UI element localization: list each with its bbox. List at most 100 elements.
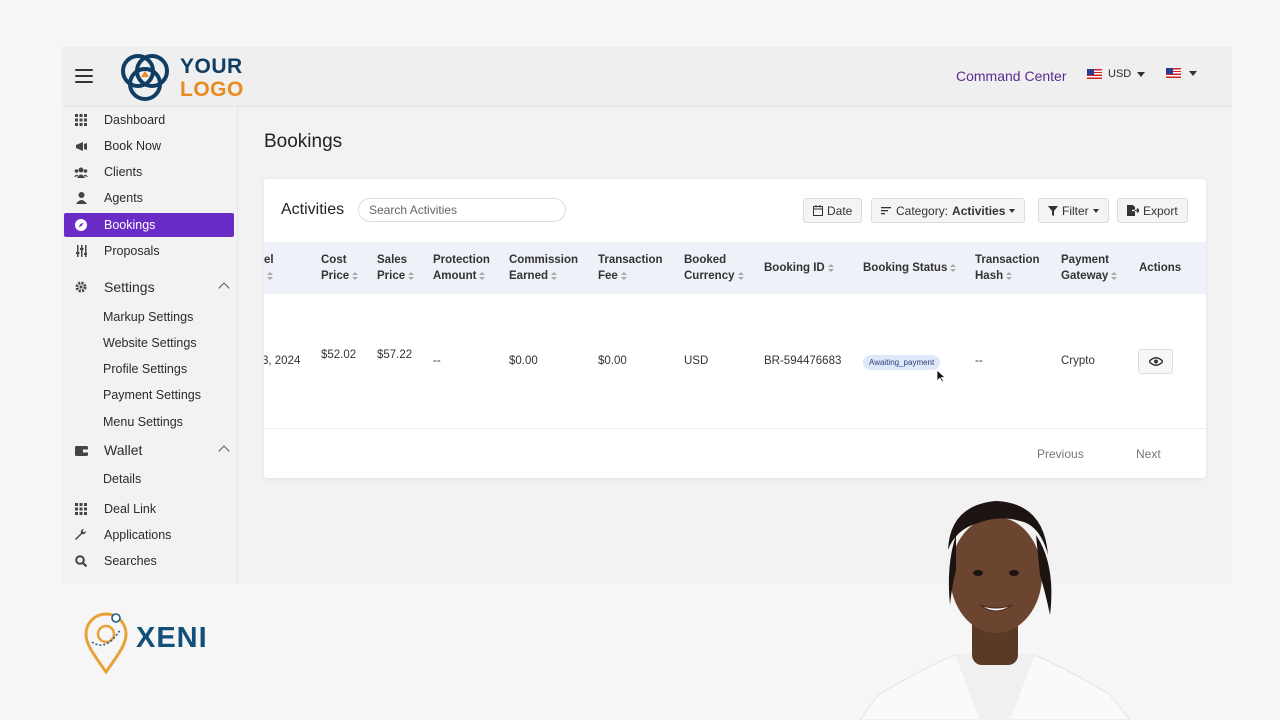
- sidebar-item-label: Clients: [104, 165, 143, 179]
- sidebar-subitem-details[interactable]: Details: [103, 472, 141, 486]
- logo-text-line2: LOGO: [180, 78, 244, 101]
- sidebar-item-label: Proposals: [104, 244, 160, 258]
- sidebar-item-proposals[interactable]: Proposals: [64, 239, 234, 263]
- export-icon: [1127, 205, 1139, 216]
- megaphone-icon: [74, 139, 88, 153]
- brand-logo[interactable]: YOUR LOGO: [118, 51, 248, 105]
- sort-icon: [408, 272, 415, 280]
- us-flag-icon: [1087, 69, 1102, 79]
- sidebar-item-deal-link[interactable]: Deal Link: [64, 497, 234, 521]
- table-header: el Cost Price Sales Price Protection Amount…: [264, 242, 1206, 294]
- top-bar: YOUR LOGO Command Center USD: [62, 47, 1232, 107]
- category-value: Activities: [952, 203, 1006, 218]
- eye-icon: [1148, 357, 1163, 366]
- sidebar-subitem-markup-settings[interactable]: Markup Settings: [103, 310, 193, 324]
- date-button-label: Date: [827, 203, 853, 218]
- us-flag-icon: [1166, 68, 1181, 78]
- currency-label: USD: [1108, 68, 1132, 80]
- cell-commission-earned: $0.00: [509, 355, 538, 367]
- chevron-up-icon[interactable]: [218, 445, 230, 457]
- cell-cost-price: $52.02: [321, 349, 357, 361]
- sliders-icon: [74, 244, 88, 258]
- column-header-payment-gateway[interactable]: Payment Gateway: [1061, 252, 1118, 284]
- sidebar-group-settings[interactable]: Settings: [64, 275, 234, 299]
- column-header-cost-price[interactable]: Cost Price: [321, 252, 359, 284]
- column-header-protection-amount[interactable]: Protection Amount: [433, 252, 490, 284]
- sort-icon: [352, 272, 359, 280]
- column-header-travel-date[interactable]: el: [264, 252, 274, 284]
- caret-down-icon: [1137, 71, 1146, 77]
- view-booking-button[interactable]: [1138, 349, 1173, 374]
- logo-rings-icon: [121, 54, 169, 101]
- sidebar-item-book-now[interactable]: Book Now: [64, 134, 234, 158]
- export-button[interactable]: Export: [1117, 198, 1188, 223]
- category-prefix: Category:: [896, 203, 949, 218]
- search-input[interactable]: [358, 198, 566, 222]
- date-button[interactable]: Date: [803, 198, 863, 223]
- table-divider: [264, 428, 1206, 429]
- filter-button[interactable]: Filter: [1038, 198, 1109, 223]
- sidebar-item-agents[interactable]: Agents: [64, 186, 234, 210]
- sort-icon: [1111, 272, 1118, 280]
- users-icon: [74, 165, 88, 179]
- wallet-icon: [74, 443, 88, 457]
- column-header-commission-earned[interactable]: Commission Earned: [509, 252, 578, 284]
- sidebar-item-dashboard[interactable]: Dashboard: [64, 108, 234, 132]
- caret-down-icon: [1092, 208, 1099, 213]
- card-title: Activities: [281, 201, 345, 218]
- chevron-up-icon[interactable]: [218, 282, 230, 294]
- compass-icon: [74, 218, 88, 232]
- currency-selector[interactable]: USD: [1087, 68, 1146, 80]
- sort-icon: [479, 272, 486, 280]
- sidebar-subitem-profile-settings[interactable]: Profile Settings: [103, 362, 187, 376]
- cell-payment-gateway: Crypto: [1061, 355, 1095, 367]
- gear-icon: [74, 280, 88, 294]
- sort-icon: [827, 264, 834, 272]
- page-title: Bookings: [264, 131, 343, 152]
- sidebar-item-searches[interactable]: Searches: [64, 549, 234, 573]
- sidebar-subitem-website-settings[interactable]: Website Settings: [103, 336, 197, 350]
- sidebar-item-label: Searches: [104, 554, 157, 568]
- sidebar-item-label: Dashboard: [104, 113, 166, 127]
- column-header-booked-currency[interactable]: Booked Currency: [684, 252, 744, 284]
- column-header-sales-price[interactable]: Sales Price: [377, 252, 415, 284]
- sort-icon: [950, 264, 957, 272]
- column-header-booking-id[interactable]: Booking ID: [764, 260, 834, 276]
- sidebar-item-label: Bookings: [104, 218, 156, 232]
- sidebar-item-label: Agents: [104, 191, 143, 205]
- column-header-transaction-fee[interactable]: Transaction Fee: [598, 252, 663, 284]
- language-selector[interactable]: [1166, 68, 1197, 78]
- next-page-button[interactable]: Next: [1136, 447, 1161, 461]
- category-dropdown[interactable]: Category: Activities: [871, 198, 1026, 223]
- sidebar-group-label: Wallet: [104, 442, 143, 458]
- previous-page-button[interactable]: Previous: [1037, 447, 1084, 461]
- sidebar-group-label: Settings: [104, 279, 155, 295]
- sidebar-item-clients[interactable]: Clients: [64, 160, 234, 184]
- sort-icon: [620, 272, 627, 280]
- status-badge: Awaiting_payment: [863, 355, 941, 370]
- sidebar-item-bookings[interactable]: Bookings: [64, 213, 234, 237]
- cell-booked-currency: USD: [684, 355, 709, 367]
- export-button-label: Export: [1143, 203, 1178, 218]
- sidebar-group-wallet[interactable]: Wallet: [64, 438, 234, 462]
- hamburger-menu-icon[interactable]: [75, 69, 93, 83]
- cell-travel-date: 3, 2024: [264, 355, 301, 367]
- sidebar-item-applications[interactable]: Applications: [64, 523, 234, 547]
- logo-text-line1: YOUR: [180, 55, 243, 78]
- cell-protection-amount: --: [433, 355, 441, 367]
- column-header-booking-status[interactable]: Booking Status: [863, 260, 957, 276]
- command-center-link[interactable]: Command Center: [956, 68, 1067, 84]
- xeni-brand-text: XENI: [136, 622, 208, 654]
- sidebar-subitem-menu-settings[interactable]: Menu Settings: [103, 415, 183, 429]
- cell-transaction-fee: $0.00: [598, 355, 627, 367]
- presenter-video-overlay: [860, 501, 1130, 720]
- calendar-icon: [813, 205, 823, 216]
- xeni-pin-logo: [84, 612, 128, 674]
- sidebar-subitem-payment-settings[interactable]: Payment Settings: [103, 388, 201, 402]
- column-header-transaction-hash[interactable]: Transaction Hash: [975, 252, 1040, 284]
- sidebar-item-label: Applications: [104, 528, 172, 542]
- sort-icon: [737, 272, 744, 280]
- cell-transaction-hash: --: [975, 355, 983, 367]
- filter-button-label: Filter: [1062, 203, 1089, 218]
- wrench-icon: [74, 528, 88, 542]
